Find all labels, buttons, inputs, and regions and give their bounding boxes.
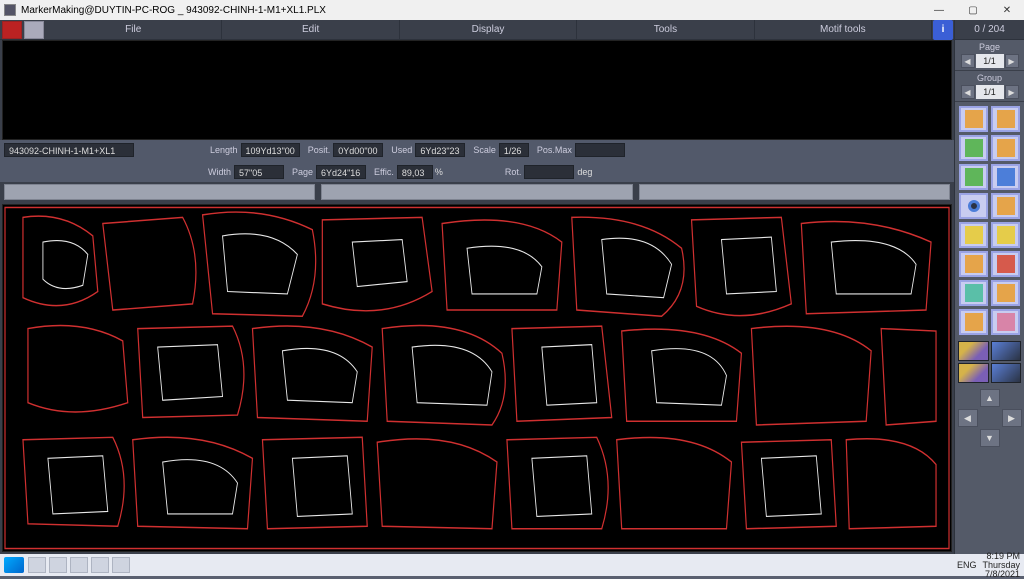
marker-name-field[interactable]: 943092-CHINH-1-M1+XL1: [4, 143, 134, 157]
page-value[interactable]: 6Yd24"16: [316, 165, 366, 179]
posit-label: Posit.: [308, 145, 331, 155]
nav-dpad: ▲ ◀ ▶ ▼: [955, 385, 1024, 451]
tool-btn-8[interactable]: [991, 193, 1020, 219]
window-title: MarkerMaking@DUYTIN-PC-ROG _ 943092-CHIN…: [21, 5, 326, 16]
tool-btn-12[interactable]: [991, 251, 1020, 277]
tray-clock[interactable]: 8:19 PM Thursday 7/8/2021: [982, 552, 1020, 579]
tool-btn-3[interactable]: [959, 135, 988, 161]
preview-strip[interactable]: [2, 40, 952, 140]
maximize-button[interactable]: ▢: [956, 0, 990, 20]
posit-value[interactable]: 0Yd00"00: [333, 143, 383, 157]
info-button[interactable]: i: [933, 20, 953, 40]
dpad-left[interactable]: ◀: [958, 409, 978, 427]
tool-btn-6[interactable]: [991, 164, 1020, 190]
close-button[interactable]: ✕: [990, 0, 1024, 20]
group-pager-label: Group: [958, 73, 1021, 83]
menu-edit[interactable]: Edit: [222, 20, 399, 39]
tool-btn-9[interactable]: [959, 222, 988, 248]
length-value[interactable]: 109Yd13"00: [241, 143, 300, 157]
menu-tools[interactable]: Tools: [577, 20, 754, 39]
start-button[interactable]: [4, 557, 24, 573]
tool-zoom[interactable]: [959, 193, 988, 219]
thumb-2[interactable]: [991, 341, 1022, 361]
thumb-4[interactable]: [991, 363, 1022, 383]
tool-btn-2[interactable]: [991, 106, 1020, 132]
thumb-3[interactable]: [958, 363, 989, 383]
window-titlebar: MarkerMaking@DUYTIN-PC-ROG _ 943092-CHIN…: [0, 0, 1024, 20]
taskbar-app-4[interactable]: [91, 557, 109, 573]
taskbar-app-1[interactable]: [28, 557, 46, 573]
pattern-pieces: [3, 205, 951, 551]
page-prev-button[interactable]: ◀: [961, 54, 975, 68]
tool-btn-4[interactable]: [991, 135, 1020, 161]
sidebar: 0 / 204 Page ◀ 1/1 ▶ Group ◀ 1/1 ▶: [954, 20, 1024, 554]
tool-btn-16[interactable]: [991, 309, 1020, 335]
page-pager-label: Page: [958, 42, 1021, 52]
menu-motif-tools[interactable]: Motif tools: [755, 20, 932, 39]
effic-label: Effic.: [374, 167, 394, 177]
taskbar-app-3[interactable]: [70, 557, 88, 573]
effic-value[interactable]: 89,03: [397, 165, 433, 179]
taskbar-app-5[interactable]: [112, 557, 130, 573]
marker-canvas[interactable]: [2, 204, 952, 552]
info-bar: 943092-CHINH-1-M1+XL1 Length109Yd13"00 P…: [0, 140, 954, 182]
dpad-down[interactable]: ▼: [980, 429, 1000, 447]
rot-value[interactable]: [524, 165, 574, 179]
page-label: Page: [292, 167, 313, 177]
menu-display[interactable]: Display: [400, 20, 577, 39]
used-value[interactable]: 6Yd23"23: [415, 143, 465, 157]
length-label: Length: [210, 145, 238, 155]
spacer-bar: [4, 184, 950, 200]
page-indicator[interactable]: 1/1: [976, 54, 1004, 68]
menu-file[interactable]: File: [45, 20, 222, 39]
tool-btn-15[interactable]: [959, 309, 988, 335]
scale-label: Scale: [473, 145, 496, 155]
tool-btn-11[interactable]: [959, 251, 988, 277]
rot-label: Rot.: [505, 167, 522, 177]
width-value[interactable]: 57"05: [234, 165, 284, 179]
tool-btn-10[interactable]: [991, 222, 1020, 248]
tool-btn-13[interactable]: [959, 280, 988, 306]
posmax-value[interactable]: [575, 143, 625, 157]
tool-btn-1[interactable]: [959, 106, 988, 132]
piece-counter: 0 / 204: [955, 20, 1024, 40]
menubar: File Edit Display Tools Motif tools i: [0, 20, 954, 40]
used-label: Used: [391, 145, 412, 155]
rot-unit: deg: [577, 167, 592, 177]
taskbar-app-2[interactable]: [49, 557, 67, 573]
dpad-right[interactable]: ▶: [1002, 409, 1022, 427]
minimize-button[interactable]: —: [922, 0, 956, 20]
effic-unit: %: [435, 167, 443, 177]
tool-btn-5[interactable]: [959, 164, 988, 190]
tray-lang[interactable]: ENG: [957, 560, 977, 570]
app-icon: [4, 4, 16, 16]
page-next-button[interactable]: ▶: [1005, 54, 1019, 68]
tool-btn-14[interactable]: [991, 280, 1020, 306]
record-button[interactable]: [2, 21, 22, 39]
tool-button[interactable]: [24, 21, 44, 39]
width-label: Width: [208, 167, 231, 177]
group-next-button[interactable]: ▶: [1005, 85, 1019, 99]
thumb-1[interactable]: [958, 341, 989, 361]
group-prev-button[interactable]: ◀: [961, 85, 975, 99]
taskbar[interactable]: ENG 8:19 PM Thursday 7/8/2021: [0, 554, 1024, 576]
thumbnail-grid: [955, 339, 1024, 385]
group-indicator[interactable]: 1/1: [976, 85, 1004, 99]
dpad-up[interactable]: ▲: [980, 389, 1000, 407]
scale-value[interactable]: 1/26: [499, 143, 529, 157]
posmax-label: Pos.Max: [537, 145, 572, 155]
tool-palette: [955, 102, 1024, 339]
